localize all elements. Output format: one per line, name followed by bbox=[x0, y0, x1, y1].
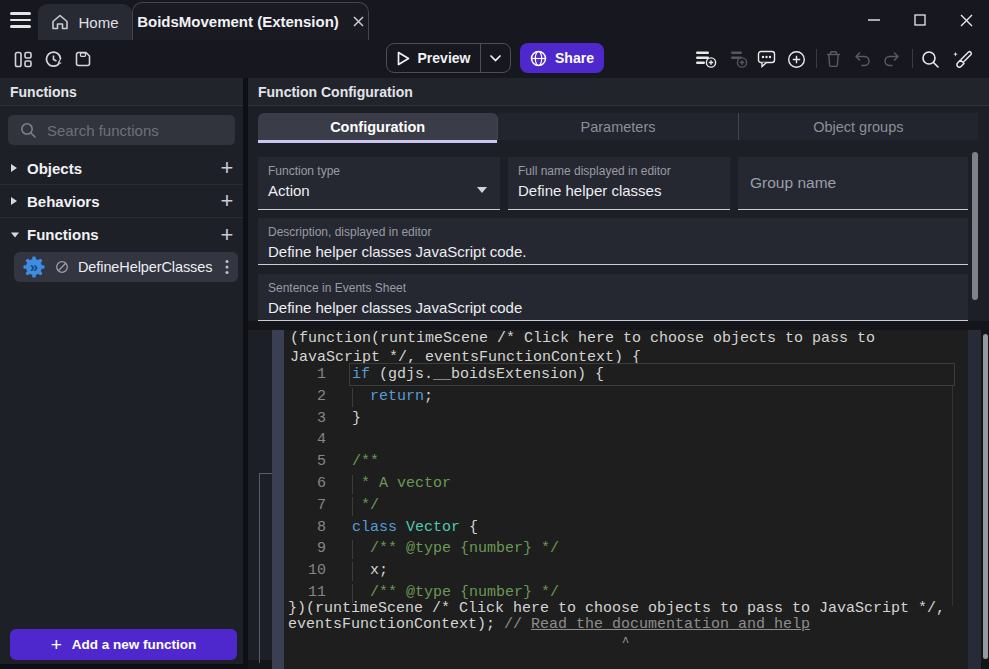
theme-brush-icon[interactable] bbox=[951, 50, 975, 70]
gdevelop-window: Home BoidsMovement (Extension) Preview bbox=[0, 0, 989, 669]
fold-caret: ^ bbox=[622, 636, 629, 650]
code-line[interactable]: 9 /** @type {number} */ bbox=[284, 538, 968, 560]
globe-icon bbox=[530, 50, 547, 67]
search-placeholder: Search functions bbox=[47, 122, 159, 139]
sidebar-section-functions[interactable]: Functions + bbox=[0, 218, 243, 251]
add-new-function-button[interactable]: + Add a new function bbox=[10, 629, 237, 660]
function-type-field[interactable]: Function type Action bbox=[258, 157, 500, 210]
code-line[interactable]: 10 x; bbox=[284, 560, 968, 582]
code-line[interactable]: 4 bbox=[284, 429, 968, 451]
add-object-icon[interactable]: + bbox=[211, 158, 243, 178]
event-drag-handle[interactable] bbox=[272, 330, 284, 669]
function-item-selected[interactable]: » DefineHelperClasses bbox=[14, 252, 238, 282]
preview-dropdown[interactable] bbox=[481, 44, 510, 72]
config-header: Function Configuration bbox=[248, 78, 989, 106]
description-field[interactable]: Description, displayed in editor Define … bbox=[258, 218, 968, 265]
chevron-down-icon bbox=[490, 55, 501, 62]
code-line[interactable]: 2 return; bbox=[284, 386, 968, 408]
toolbar-separator bbox=[912, 49, 913, 68]
code-line[interactable]: 5/** bbox=[284, 451, 968, 473]
editor-scrollbar[interactable] bbox=[983, 334, 988, 659]
undo-icon[interactable] bbox=[853, 50, 872, 67]
sidebar-section-behaviors[interactable]: Behaviors + bbox=[0, 185, 243, 218]
tab-extension[interactable]: BoidsMovement (Extension) bbox=[132, 2, 369, 40]
chevron-right-icon bbox=[10, 163, 27, 173]
tab-extension-label: BoidsMovement (Extension) bbox=[137, 13, 339, 30]
editor-overview-ruler bbox=[968, 330, 981, 669]
function-gear-icon: » bbox=[23, 256, 45, 278]
tab-home-label: Home bbox=[78, 14, 118, 31]
close-button[interactable] bbox=[943, 0, 989, 40]
group-name-field[interactable]: Group name bbox=[738, 157, 968, 210]
dropdown-caret-icon bbox=[476, 186, 488, 194]
code-line[interactable]: 6 * A vector bbox=[284, 473, 968, 495]
add-comment-icon[interactable] bbox=[757, 50, 776, 68]
pane-border bbox=[259, 473, 260, 663]
add-subevent-icon[interactable] bbox=[726, 49, 748, 69]
close-tab-icon[interactable] bbox=[353, 16, 364, 27]
code-footer: })(runtimeScene /* Click here to choose … bbox=[288, 601, 945, 632]
play-icon bbox=[397, 51, 410, 66]
item-menu-icon[interactable] bbox=[225, 259, 229, 275]
svg-text:»: » bbox=[30, 258, 38, 275]
search-functions-input[interactable]: Search functions bbox=[8, 115, 235, 145]
code-line[interactable]: 3} bbox=[284, 408, 968, 430]
share-button[interactable]: Share bbox=[520, 43, 604, 73]
titlebar: Home BoidsMovement (Extension) bbox=[0, 0, 989, 40]
share-label: Share bbox=[555, 50, 594, 66]
history-icon[interactable] bbox=[44, 50, 63, 69]
preview-main[interactable]: Preview bbox=[387, 44, 481, 72]
code-editor-zone: (function(runtimeScene /* Click here to … bbox=[248, 321, 989, 669]
config-tabs: Configuration Parameters Object groups bbox=[258, 113, 978, 140]
delete-icon[interactable] bbox=[825, 50, 842, 68]
add-function-icon[interactable]: + bbox=[211, 225, 243, 245]
tab-home[interactable]: Home bbox=[38, 4, 132, 40]
window-controls bbox=[851, 0, 989, 40]
chevron-down-icon bbox=[10, 231, 27, 239]
code-header[interactable]: (function(runtimeScene /* Click here to … bbox=[290, 330, 875, 367]
maximize-button[interactable] bbox=[897, 0, 943, 40]
code-line[interactable]: 1if (gdjs.__boidsExtension) { bbox=[284, 364, 968, 386]
documentation-link[interactable]: Read the documentation and help bbox=[531, 616, 810, 633]
save-icon[interactable] bbox=[74, 50, 92, 68]
preview-label: Preview bbox=[418, 50, 471, 66]
home-icon bbox=[51, 14, 69, 30]
functions-sidebar: Functions Search functions Objects + Beh… bbox=[0, 78, 243, 664]
sidebar-section-objects[interactable]: Objects + bbox=[0, 152, 243, 185]
full-name-field[interactable]: Full name displayed in editor Define hel… bbox=[508, 157, 730, 210]
function-item-label: DefineHelperClasses bbox=[78, 259, 225, 275]
code-line[interactable]: 8class Vector { bbox=[284, 517, 968, 539]
search-icon[interactable] bbox=[921, 50, 940, 69]
search-icon bbox=[20, 122, 37, 139]
add-event-icon[interactable] bbox=[695, 49, 717, 69]
minimize-button[interactable] bbox=[851, 0, 897, 40]
tab-parameters[interactable]: Parameters bbox=[498, 113, 738, 140]
redo-icon[interactable] bbox=[882, 50, 901, 67]
code-line[interactable]: 7 */ bbox=[284, 495, 968, 517]
private-icon bbox=[55, 260, 69, 274]
add-behavior-icon[interactable]: + bbox=[211, 191, 243, 211]
pane-border bbox=[259, 473, 272, 474]
menu-icon[interactable] bbox=[10, 12, 31, 28]
add-circle-icon[interactable] bbox=[787, 50, 806, 69]
project-manager-icon[interactable] bbox=[14, 50, 33, 69]
tab-object-groups[interactable]: Object groups bbox=[739, 113, 978, 140]
config-scrollbar[interactable] bbox=[972, 152, 978, 300]
sentence-field[interactable]: Sentence in Events Sheet Define helper c… bbox=[258, 274, 968, 321]
toolbar: Preview Share bbox=[0, 40, 989, 78]
tab-configuration[interactable]: Configuration bbox=[258, 113, 498, 140]
function-configuration-panel: Function Configuration Configuration Par… bbox=[248, 78, 989, 669]
sidebar-header: Functions bbox=[0, 78, 243, 106]
code-editor[interactable]: (function(runtimeScene /* Click here to … bbox=[284, 330, 968, 669]
chevron-right-icon bbox=[10, 196, 27, 206]
preview-button: Preview bbox=[386, 43, 511, 73]
plus-icon: + bbox=[51, 640, 62, 650]
toolbar-separator bbox=[816, 49, 817, 68]
